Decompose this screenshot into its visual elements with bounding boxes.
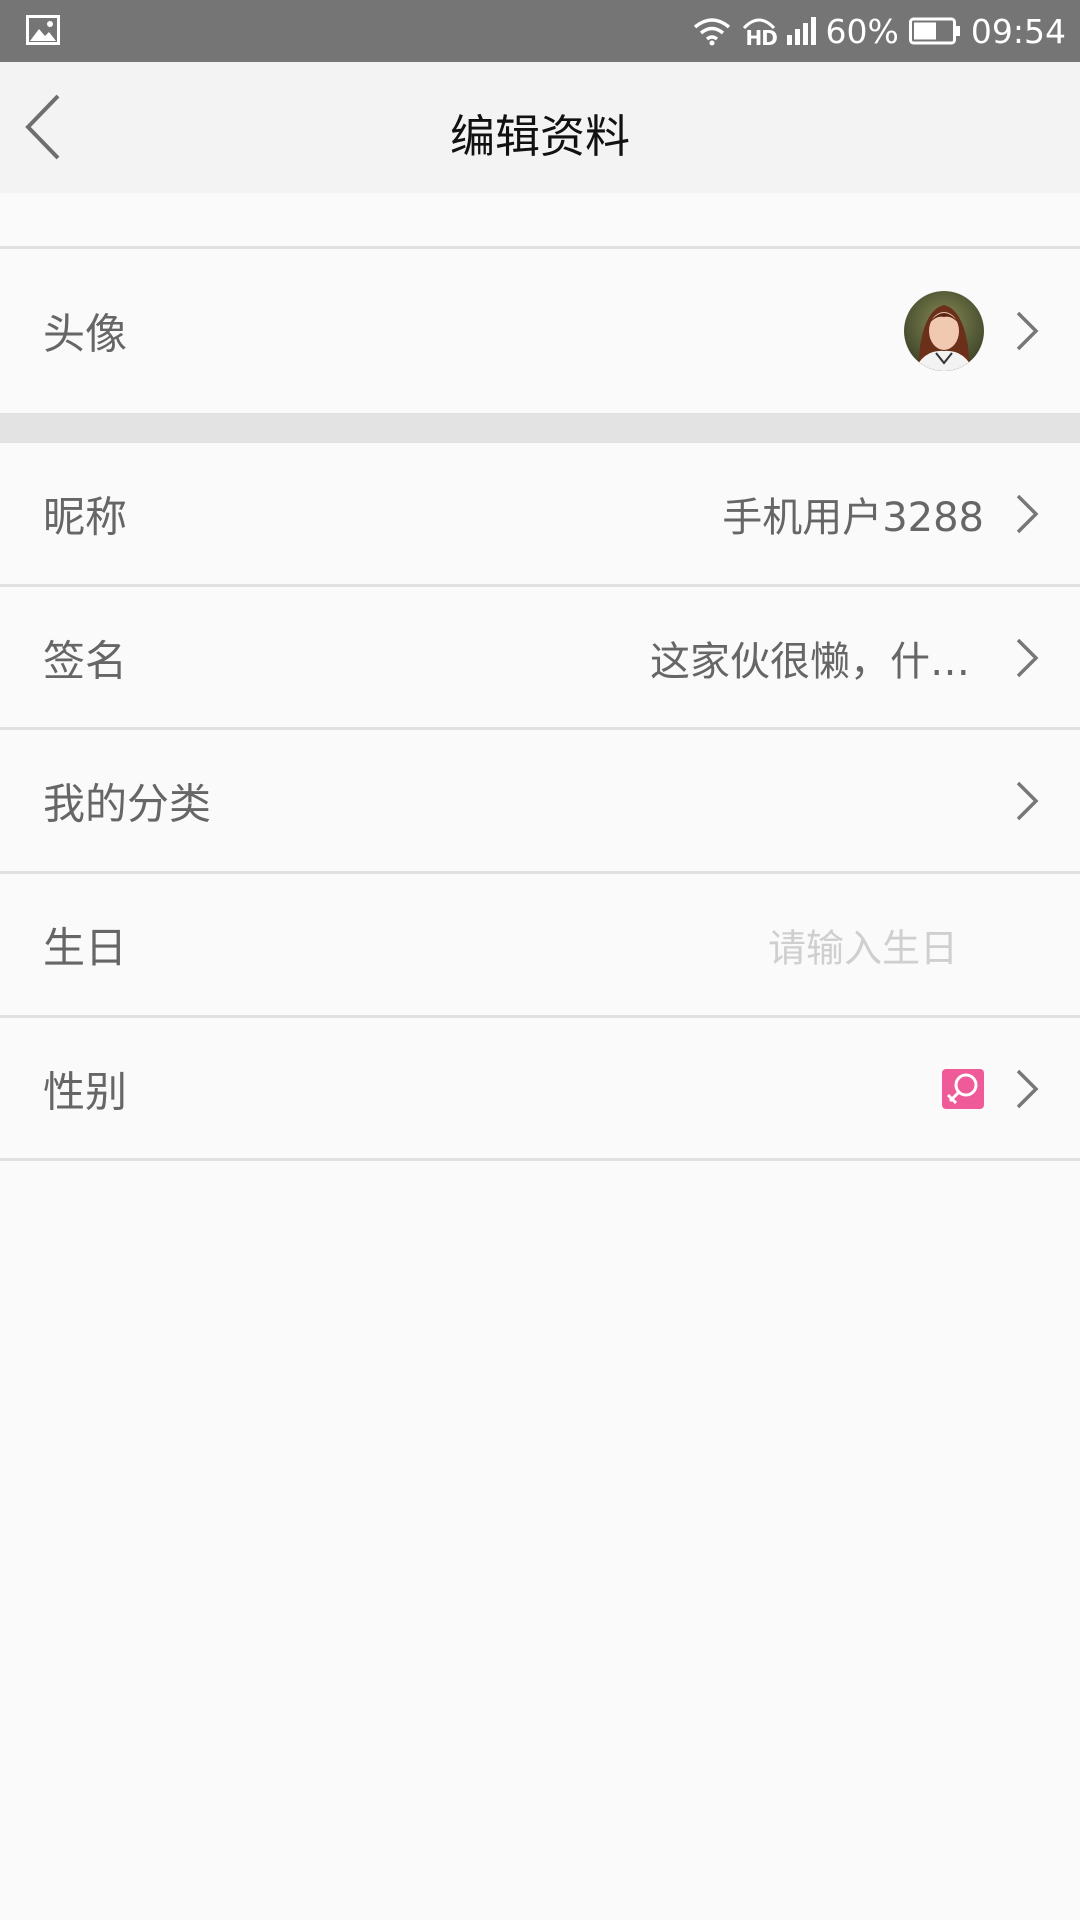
nickname-label: 昵称 bbox=[43, 492, 128, 542]
chevron-right-icon bbox=[1016, 781, 1039, 821]
gender-badge bbox=[942, 1068, 984, 1109]
signature-label: 签名 bbox=[43, 636, 128, 685]
hd-call-icon: HD bbox=[742, 14, 778, 50]
divider bbox=[0, 1158, 1080, 1161]
birthday-row[interactable]: 生日 请输入生日 bbox=[0, 874, 1080, 1016]
page-title: 编辑资料 bbox=[449, 110, 630, 163]
chevron-right-icon bbox=[1016, 311, 1039, 351]
chevron-right-icon bbox=[1016, 494, 1039, 534]
battery-percent: 60% bbox=[825, 11, 899, 51]
top-spacer bbox=[0, 193, 1080, 247]
signature-row[interactable]: 签名 这家伙很懒，什… bbox=[0, 587, 1080, 728]
birthday-label: 生日 bbox=[43, 923, 128, 973]
status-bar: HD 60% 09:54 bbox=[0, 0, 1080, 62]
category-label: 我的分类 bbox=[43, 779, 212, 829]
chevron-right-icon bbox=[1016, 1069, 1039, 1108]
section-separator bbox=[0, 413, 1080, 443]
gender-row[interactable]: 性别 bbox=[0, 1018, 1080, 1159]
wifi-icon bbox=[693, 18, 730, 46]
avatar-label: 头像 bbox=[43, 309, 128, 359]
nickname-row[interactable]: 昵称 手机用户3288 bbox=[0, 443, 1080, 585]
header: 编辑资料 bbox=[0, 62, 1080, 193]
hd-label: HD bbox=[745, 26, 778, 50]
gallery-icon bbox=[26, 15, 60, 45]
avatar-row[interactable]: 头像 bbox=[0, 249, 1080, 413]
battery-icon bbox=[908, 17, 960, 45]
female-icon bbox=[946, 1073, 978, 1104]
category-row[interactable]: 我的分类 bbox=[0, 730, 1080, 872]
chevron-right-icon bbox=[1016, 638, 1039, 677]
avatar[interactable] bbox=[904, 291, 984, 371]
status-indicators: HD 60% 09:54 bbox=[692, 0, 1066, 62]
signature-value: 这家伙很懒，什… bbox=[650, 638, 970, 685]
birthday-input[interactable]: 请输入生日 bbox=[768, 918, 958, 973]
clock-time: 09:54 bbox=[970, 11, 1066, 51]
gender-label: 性别 bbox=[43, 1067, 128, 1116]
nickname-value: 手机用户3288 bbox=[722, 495, 984, 541]
signal-icon bbox=[786, 17, 816, 45]
